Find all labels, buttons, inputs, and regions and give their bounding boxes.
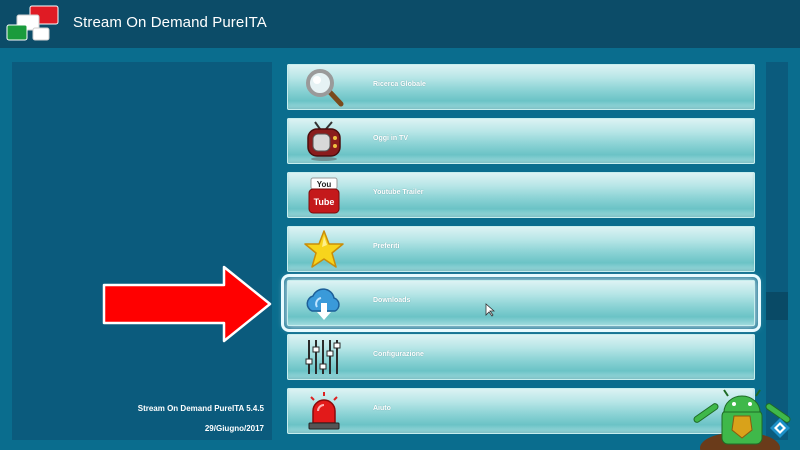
app-title: Stream On Demand PureITA xyxy=(73,14,267,31)
youtube-icon: You Tube xyxy=(308,177,340,214)
info-panel: Stream On Demand PureITA 5.4.5 29/Giugno… xyxy=(12,62,272,440)
version-label: Stream On Demand PureITA 5.4.5 xyxy=(137,404,264,413)
svg-text:You: You xyxy=(317,180,332,189)
retro-tv-icon xyxy=(307,121,341,161)
menu-item-label: Preferiti xyxy=(373,243,400,250)
menu-item-oggi-in-tv[interactable]: Oggi in TV xyxy=(287,118,755,164)
menu-item-ricerca-globale[interactable]: Ricerca Globale xyxy=(287,64,755,110)
menu-item-label: Ricerca Globale xyxy=(373,81,426,88)
menu-item-downloads[interactable]: Downloads xyxy=(281,274,761,332)
scrollbar[interactable] xyxy=(766,62,788,440)
menu-item-label: Aiuto xyxy=(373,405,391,412)
menu-item-youtube-trailer[interactable]: You Tube Youtube Trailer xyxy=(287,172,755,218)
android-mascot-watermark-icon xyxy=(693,389,791,450)
equalizer-sliders-icon xyxy=(305,340,341,374)
pureita-logo-icon xyxy=(6,5,59,41)
menu-item-configurazione[interactable]: Configurazione xyxy=(287,334,755,380)
mouse-cursor-icon xyxy=(485,303,495,317)
date-label: 29/Giugno/2017 xyxy=(204,424,264,433)
menu-item-preferiti[interactable]: Preferiti xyxy=(287,226,755,272)
svg-text:Tube: Tube xyxy=(314,197,335,207)
cloud-download-icon xyxy=(306,288,340,320)
alarm-siren-icon xyxy=(308,392,340,430)
menu-item-label: Youtube Trailer xyxy=(373,189,424,196)
menu-item-label: Downloads xyxy=(373,297,411,304)
star-icon xyxy=(304,230,344,268)
app-header: Stream On Demand PureITA xyxy=(0,0,800,48)
menu-item-label: Configurazione xyxy=(373,351,424,358)
magnifier-icon xyxy=(306,69,344,107)
scrollbar-thumb[interactable] xyxy=(766,292,788,320)
menu-item-label: Oggi in TV xyxy=(373,135,408,142)
red-arrow-icon xyxy=(102,265,272,343)
